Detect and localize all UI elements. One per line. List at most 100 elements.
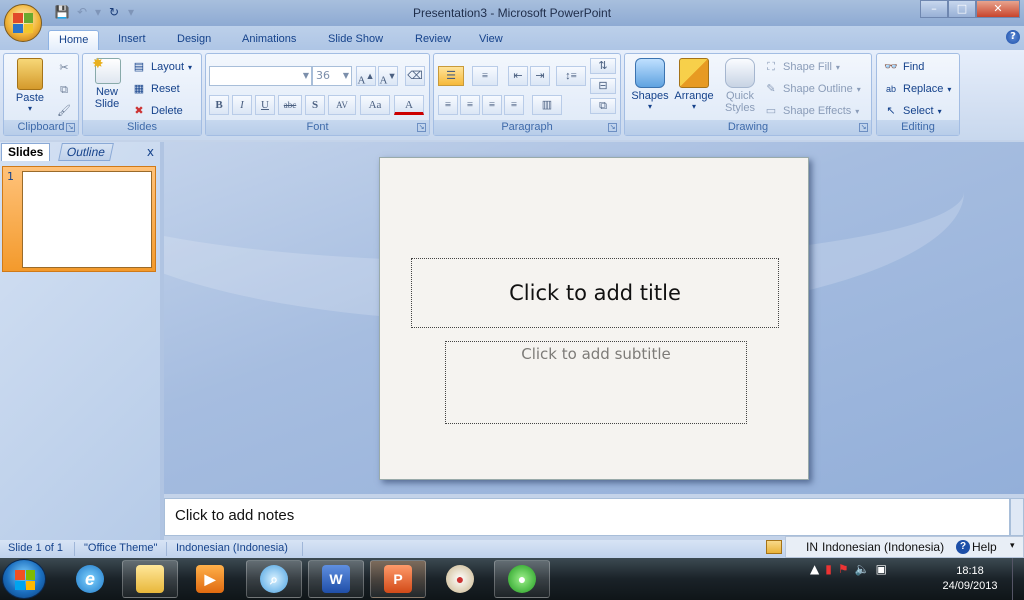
help-icon[interactable]: ? bbox=[956, 540, 970, 554]
title-placeholder[interactable]: Click to add title bbox=[411, 258, 779, 328]
taskbar-clock[interactable]: 18:18 24/09/2013 bbox=[930, 564, 1010, 594]
smartart-icon[interactable]: ⧉ bbox=[590, 98, 616, 114]
tab-review[interactable]: Review bbox=[405, 30, 461, 50]
copy-icon[interactable]: ⧉ bbox=[56, 82, 72, 98]
columns-icon[interactable]: ▥ bbox=[532, 95, 562, 115]
numbering-icon[interactable]: ≡ bbox=[472, 66, 498, 86]
strikethrough-button[interactable]: abc bbox=[278, 95, 302, 115]
layout-button[interactable]: ▤ Layout ▾ bbox=[131, 59, 192, 75]
taskbar-green-app[interactable]: ● bbox=[494, 560, 550, 598]
shrink-font-icon[interactable]: A▼ bbox=[378, 66, 398, 87]
office-button[interactable] bbox=[4, 4, 42, 42]
replace-button[interactable]: ab Replace ▾ bbox=[883, 81, 951, 97]
character-spacing-button[interactable]: AV bbox=[328, 95, 356, 115]
group-drawing: Shapes ▾ Arrange ▾ Quick Styles ⛶ Shape Fil… bbox=[624, 53, 872, 136]
volume-icon[interactable]: 🔈 bbox=[855, 562, 870, 576]
font-size-combo[interactable]: 36 ▼ bbox=[312, 66, 352, 86]
taskbar-word[interactable]: W bbox=[308, 560, 364, 598]
taskbar-search[interactable]: ⌕ bbox=[246, 560, 302, 598]
align-left-icon[interactable]: ≡ bbox=[438, 95, 458, 115]
align-text-icon[interactable]: ⊟ bbox=[590, 78, 616, 94]
change-case-button[interactable]: Aa bbox=[360, 95, 390, 115]
taskbar-media-player[interactable]: ▶ bbox=[182, 560, 238, 598]
tab-insert[interactable]: Insert bbox=[108, 30, 156, 50]
language-status[interactable]: Indonesian (Indonesia) bbox=[176, 542, 288, 554]
select-button[interactable]: ↖ Select ▾ bbox=[883, 103, 941, 119]
quick-styles-button[interactable]: Quick Styles bbox=[719, 58, 761, 114]
tray-app-icon[interactable]: ▮ bbox=[825, 562, 832, 576]
tab-outline-panel[interactable]: Outline bbox=[58, 143, 114, 161]
justify-icon[interactable]: ≡ bbox=[504, 95, 524, 115]
notes-scrollbar[interactable] bbox=[1010, 498, 1024, 536]
taskbar-paint[interactable]: ● bbox=[432, 560, 488, 598]
font-launcher-icon[interactable]: ↘ bbox=[417, 123, 426, 132]
text-direction-icon[interactable]: ⇅ bbox=[590, 58, 616, 74]
italic-button[interactable]: I bbox=[232, 95, 252, 115]
office-logo-icon bbox=[13, 13, 33, 33]
line-spacing-icon[interactable]: ↕≡ bbox=[556, 66, 586, 86]
shadow-button[interactable]: S bbox=[305, 95, 325, 115]
langbar-options-icon[interactable]: ▾ bbox=[1010, 540, 1015, 551]
tab-slides-panel[interactable]: Slides bbox=[1, 143, 51, 161]
subtitle-placeholder[interactable]: Click to add subtitle bbox=[445, 341, 747, 424]
cut-icon[interactable]: ✂ bbox=[56, 60, 72, 76]
new-slide-button[interactable]: ✸ New Slide bbox=[87, 55, 129, 110]
tab-view[interactable]: View bbox=[469, 30, 513, 50]
show-desktop-button[interactable] bbox=[1012, 558, 1024, 600]
system-tray: ▲ ▮ ⚑ 🔈 ▣ bbox=[810, 562, 887, 576]
arrange-button[interactable]: Arrange ▾ bbox=[671, 58, 717, 111]
network-icon[interactable]: ▣ bbox=[876, 562, 887, 576]
underline-button[interactable]: U bbox=[255, 95, 275, 115]
maximize-button[interactable]: □ bbox=[948, 0, 976, 18]
slide-editing-area: Click to add title Click to add subtitle bbox=[164, 142, 1024, 494]
bold-button[interactable]: B bbox=[209, 95, 229, 115]
shape-effects-button[interactable]: ▭ Shape Effects ▾ bbox=[763, 103, 860, 119]
taskbar-windows-explorer[interactable] bbox=[122, 560, 178, 598]
grow-font-icon[interactable]: A▲ bbox=[356, 66, 376, 87]
tab-home[interactable]: Home bbox=[48, 30, 100, 50]
taskbar-internet-explorer[interactable]: e bbox=[62, 560, 118, 598]
align-center-icon[interactable]: ≡ bbox=[460, 95, 480, 115]
normal-view-icon[interactable] bbox=[766, 540, 782, 554]
clipboard-launcher-icon[interactable]: ↘ bbox=[66, 123, 75, 132]
slide-thumbnail[interactable] bbox=[22, 171, 152, 268]
slide-canvas[interactable]: Click to add title Click to add subtitle bbox=[379, 157, 809, 480]
paragraph-launcher-icon[interactable]: ↘ bbox=[608, 123, 617, 132]
drawing-launcher-icon[interactable]: ↘ bbox=[859, 123, 868, 132]
format-painter-icon[interactable]: 🖌 bbox=[56, 103, 72, 119]
bullets-icon[interactable]: ☰ bbox=[438, 66, 464, 86]
tab-animations[interactable]: Animations bbox=[232, 30, 306, 50]
notes-pane[interactable]: Click to add notes bbox=[164, 498, 1010, 536]
quick-styles-label: Quick Styles bbox=[725, 90, 755, 114]
decrease-indent-icon[interactable]: ⇤ bbox=[508, 66, 528, 86]
group-label-drawing: Drawing bbox=[625, 120, 871, 135]
delete-button[interactable]: ✖ Delete bbox=[131, 103, 182, 119]
show-hidden-icons-icon[interactable]: ▲ bbox=[810, 562, 819, 576]
align-right-icon[interactable]: ≡ bbox=[482, 95, 502, 115]
tab-slide-show[interactable]: Slide Show bbox=[318, 30, 393, 50]
shape-outline-button[interactable]: ✎ Shape Outline ▾ bbox=[763, 81, 860, 97]
start-button[interactable] bbox=[2, 559, 46, 599]
reset-button[interactable]: ▦ Reset bbox=[131, 81, 180, 97]
input-language-code[interactable]: IN bbox=[806, 540, 818, 554]
tab-design[interactable]: Design bbox=[167, 30, 221, 50]
help-icon[interactable]: ? bbox=[1006, 30, 1020, 44]
cursor-icon: ↖ bbox=[886, 105, 896, 117]
paste-button[interactable]: Paste ▾ bbox=[10, 58, 50, 113]
taskbar-powerpoint[interactable]: P bbox=[370, 560, 426, 598]
clear-format-icon[interactable]: ⌫ bbox=[405, 66, 425, 86]
find-button[interactable]: 👓 Find bbox=[883, 59, 924, 75]
shapes-button[interactable]: Shapes ▾ bbox=[629, 58, 671, 111]
font-color-button[interactable]: A bbox=[394, 95, 424, 115]
minimize-button[interactable]: – bbox=[920, 0, 948, 18]
langbar-help[interactable]: Help bbox=[972, 540, 997, 554]
action-center-icon[interactable]: ⚑ bbox=[838, 562, 849, 576]
close-button[interactable]: ✕ bbox=[976, 0, 1020, 18]
close-panel-icon[interactable]: x bbox=[147, 145, 154, 159]
increase-indent-icon[interactable]: ⇥ bbox=[530, 66, 550, 86]
group-paragraph: ☰ ≡ ⇤ ⇥ ↕≡ ⇅ ⊟ ⧉ ≡ ≡ ≡ ≡ ▥ Paragraph ↘ bbox=[433, 53, 621, 136]
input-language-name[interactable]: Indonesian (Indonesia) bbox=[822, 540, 944, 554]
font-name-combo[interactable]: ▼ bbox=[209, 66, 312, 86]
slide-thumbnail-selected[interactable]: 1 bbox=[2, 166, 156, 272]
shape-fill-button[interactable]: ⛶ Shape Fill ▾ bbox=[763, 59, 840, 75]
